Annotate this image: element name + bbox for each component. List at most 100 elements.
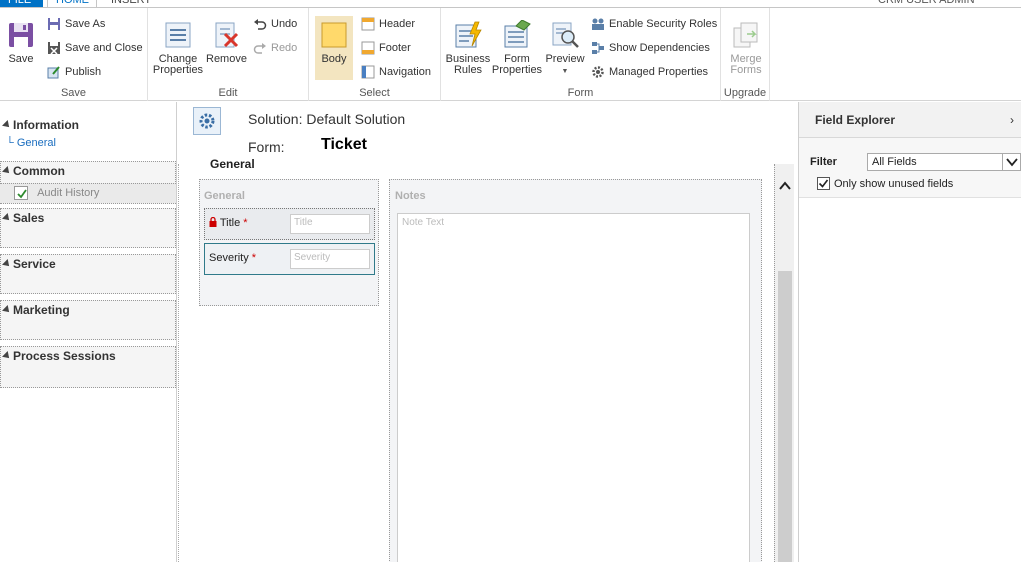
- notes-control[interactable]: Note Text: [397, 213, 750, 562]
- collapse-arrow-icon: [2, 305, 12, 315]
- field-severity-input[interactable]: Severity: [290, 249, 370, 269]
- gear-icon: [592, 66, 604, 78]
- nav-item-audit-history[interactable]: Audit History: [0, 183, 176, 203]
- security-roles-icon: [592, 18, 604, 31]
- field-title[interactable]: Title * Title: [204, 208, 375, 240]
- edit-group-label: Edit: [218, 87, 238, 99]
- form-header: Solution: Default Solution Form: Ticket: [178, 102, 798, 164]
- tree-branch-icon: └: [6, 137, 14, 149]
- field-explorer-filter: Filter All Fields Only show unused field…: [799, 138, 1021, 198]
- field-explorer-header: Field Explorer ›: [799, 102, 1021, 138]
- chevron-right-icon[interactable]: ›: [1010, 113, 1014, 127]
- enable-security-roles-label: Enable Security Roles: [609, 18, 718, 30]
- checkmark-icon: [17, 189, 27, 199]
- remove-icon: [215, 22, 239, 48]
- nav-item-general[interactable]: └ General: [0, 137, 176, 149]
- save-and-close-icon: [48, 42, 60, 55]
- section-notes-label: Notes: [395, 190, 426, 202]
- field-severity-text: Severity: [209, 252, 249, 264]
- merge-forms-button[interactable]: Merge Forms: [724, 20, 768, 76]
- body-button[interactable]: Body: [315, 16, 353, 80]
- header-icon: [361, 17, 375, 31]
- save-button[interactable]: Save: [4, 20, 38, 65]
- footer-button[interactable]: Footer: [361, 39, 411, 57]
- business-rules-button[interactable]: Business Rules: [443, 20, 493, 76]
- tab-title[interactable]: General: [210, 157, 255, 171]
- ribbon-group-select: Body Header Footer Navigation Select: [309, 8, 441, 101]
- field-title-input[interactable]: Title: [290, 214, 370, 234]
- redo-button[interactable]: Redo: [253, 39, 297, 57]
- header-label: Header: [379, 18, 416, 30]
- nav-section-process-sessions[interactable]: Process Sessions: [0, 349, 176, 363]
- show-dependencies-button[interactable]: Show Dependencies: [591, 39, 710, 57]
- collapse-arrow-icon: [2, 213, 12, 223]
- solution-name: Default Solution: [306, 111, 406, 127]
- publish-button[interactable]: Publish: [47, 63, 101, 81]
- ribbon: Save Save As Save and Close Publish Save…: [0, 8, 1021, 101]
- nav-section-marketing-label: Marketing: [13, 303, 70, 317]
- collapse-arrow-icon: [2, 120, 12, 130]
- form-properties-icon: [504, 20, 531, 48]
- undo-icon: [254, 19, 267, 30]
- tab-home[interactable]: HOME: [47, 0, 97, 7]
- body-icon: [321, 22, 347, 48]
- remove-button[interactable]: Remove: [206, 20, 247, 65]
- field-title-label: Title *: [209, 216, 248, 229]
- change-properties-button[interactable]: Change Properties: [152, 20, 204, 76]
- nav-section-service[interactable]: Service: [0, 257, 176, 271]
- preview-label: Preview: [545, 53, 585, 65]
- nav-section-information-label: Information: [13, 118, 79, 132]
- preview-button[interactable]: Preview ▼: [543, 20, 587, 77]
- navigation-label: Navigation: [379, 66, 431, 78]
- only-unused-label: Only show unused fields: [834, 178, 954, 190]
- upgrade-group-label: Upgrade: [723, 87, 767, 99]
- change-properties-label-2: Properties: [152, 64, 204, 76]
- form-properties-button[interactable]: Form Properties: [491, 20, 543, 76]
- scroll-up-icon[interactable]: [779, 180, 791, 192]
- nav-section-sales-label: Sales: [13, 211, 45, 225]
- section-general[interactable]: General Title * Title Severity * Severity: [199, 179, 379, 306]
- field-severity[interactable]: Severity * Severity: [204, 243, 375, 275]
- filter-select[interactable]: All Fields: [867, 153, 1021, 171]
- save-group-label: Save: [60, 87, 87, 99]
- only-unused-checkbox[interactable]: [817, 177, 830, 190]
- merge-forms-icon: [733, 22, 758, 48]
- save-as-icon: [48, 18, 60, 31]
- preview-icon: [552, 22, 579, 48]
- ribbon-group-save: Save Save As Save and Close Publish Save: [0, 8, 148, 101]
- undo-button[interactable]: Undo: [253, 15, 297, 33]
- ribbon-group-edit: Change Properties Remove Undo Redo Edit: [148, 8, 309, 101]
- form-label: Form:: [248, 139, 285, 155]
- merge-forms-label-2: Forms: [730, 64, 762, 76]
- floppy-disk-icon: [9, 23, 33, 47]
- nav-section-information[interactable]: Information: [0, 118, 176, 132]
- tab-file[interactable]: FILE: [0, 0, 43, 7]
- nav-section-sales[interactable]: Sales: [0, 211, 176, 225]
- section-notes[interactable]: Notes Note Text: [389, 179, 762, 562]
- nav-section-common[interactable]: Common: [0, 164, 176, 178]
- form-canvas: General General Title * Title Severity * S…: [178, 157, 774, 562]
- managed-properties-button[interactable]: Managed Properties: [591, 63, 708, 81]
- business-rules-icon: [455, 21, 482, 48]
- preview-dropdown-icon: ▼: [561, 68, 569, 75]
- solution-label: Solution:: [248, 111, 303, 127]
- nav-section-service-label: Service: [13, 257, 56, 271]
- tab-insert[interactable]: INSERT: [103, 0, 159, 7]
- scroll-thumb[interactable]: [778, 271, 792, 562]
- field-explorer: Field Explorer › Filter All Fields Only …: [798, 102, 1021, 562]
- change-properties-icon: [165, 22, 191, 48]
- header-button[interactable]: Header: [361, 15, 415, 33]
- field-severity-label: Severity *: [209, 252, 256, 264]
- publish-label: Publish: [65, 66, 102, 78]
- user-name[interactable]: CRM USER ADMIN: [870, 0, 990, 7]
- remove-label: Remove: [206, 53, 247, 65]
- save-and-close-button[interactable]: Save and Close: [47, 39, 143, 57]
- nav-section-marketing[interactable]: Marketing: [0, 303, 176, 317]
- collapse-arrow-icon: [2, 166, 12, 176]
- enable-security-roles-button[interactable]: Enable Security Roles: [591, 15, 717, 33]
- redo-icon: [253, 43, 266, 54]
- navigation-button[interactable]: Navigation: [361, 63, 431, 81]
- canvas-scrollbar[interactable]: [774, 164, 794, 562]
- save-as-button[interactable]: Save As: [47, 15, 105, 33]
- filter-label: Filter: [810, 156, 837, 168]
